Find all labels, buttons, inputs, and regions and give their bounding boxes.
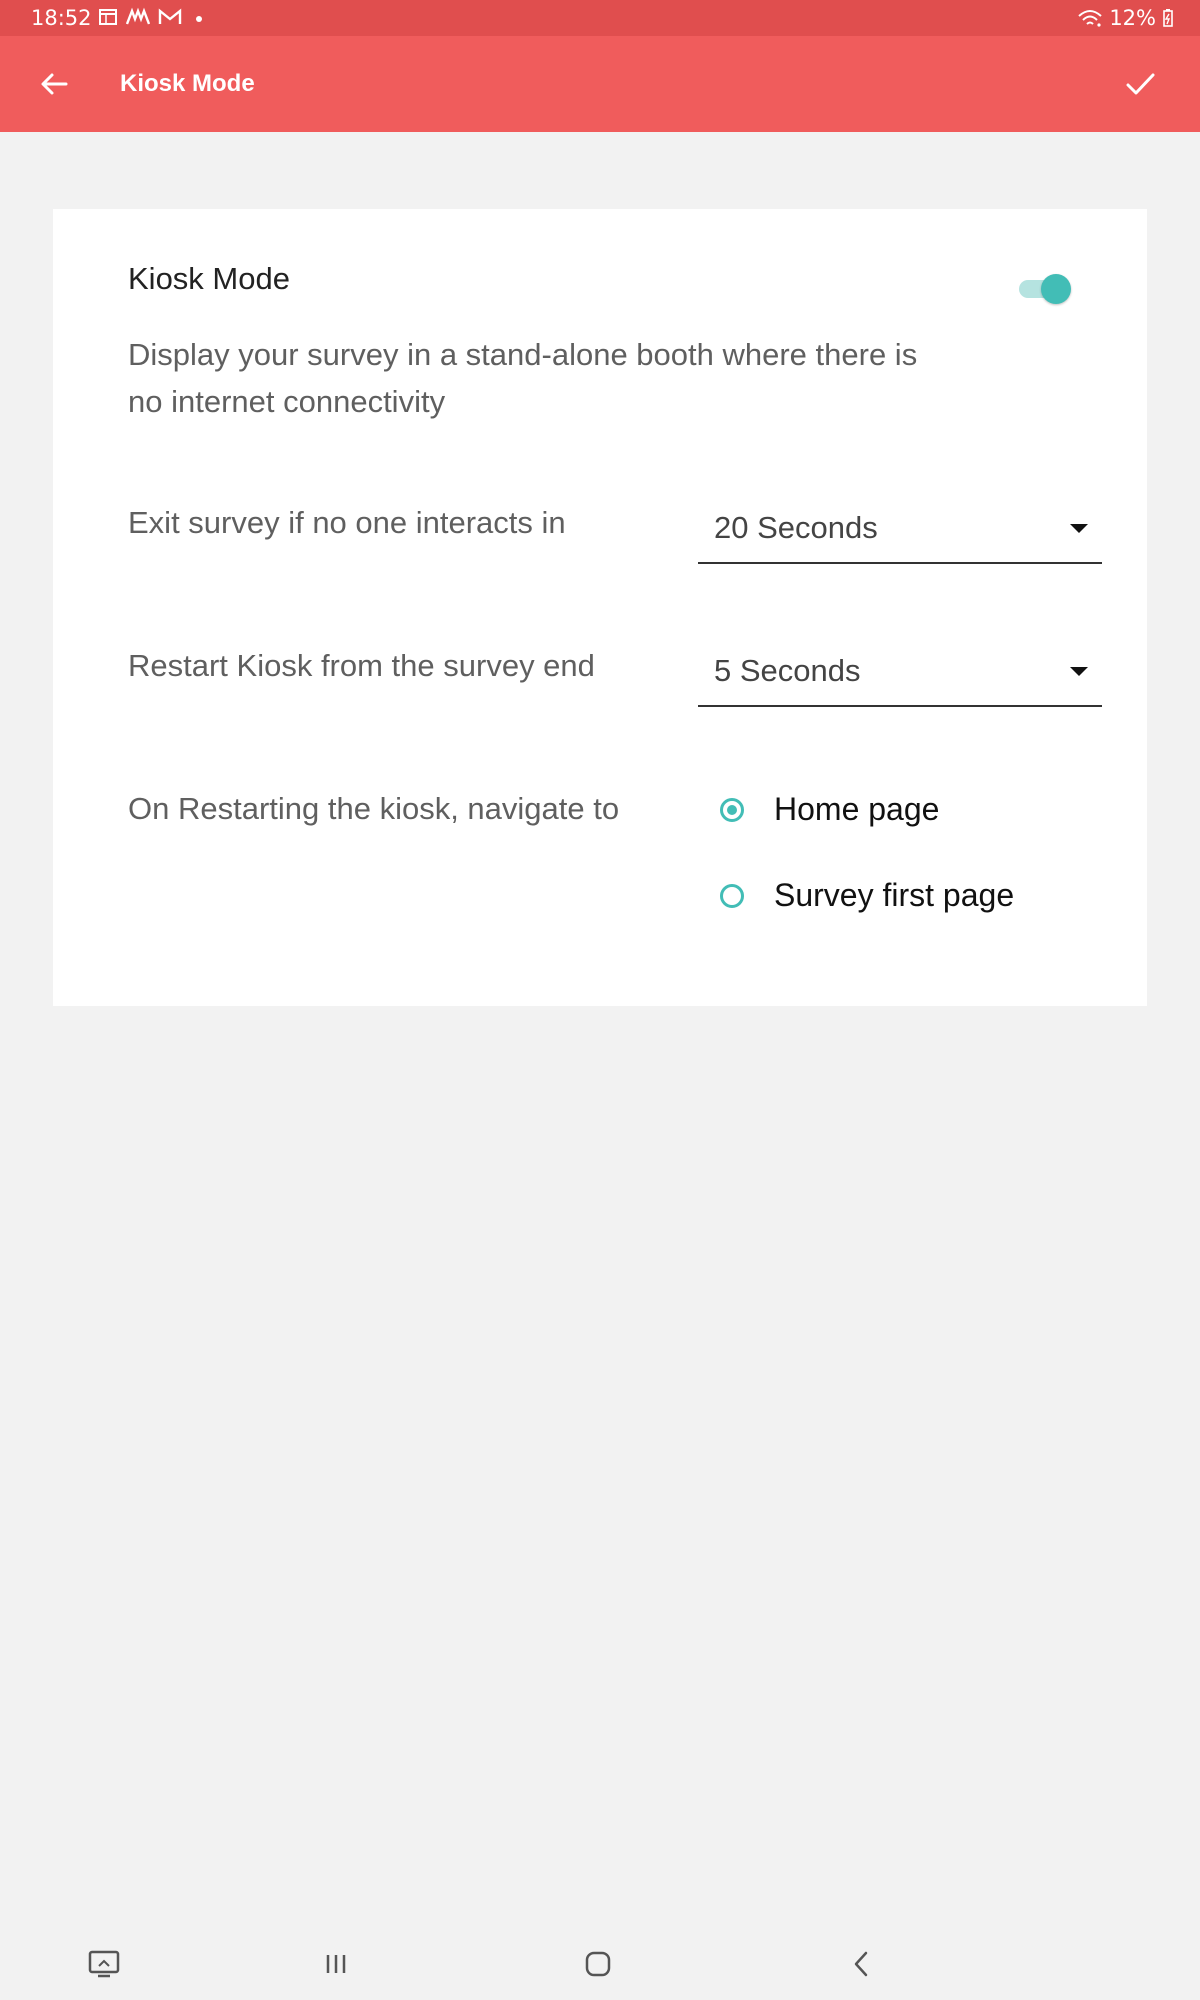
wifi-icon [1078, 10, 1102, 27]
radio-label: Home page [774, 791, 940, 827]
calendar-icon [99, 9, 117, 25]
app-icon [126, 7, 150, 25]
screenshot-icon[interactable] [84, 1944, 124, 1984]
restart-delay-label: Restart Kiosk from the survey end [128, 648, 595, 683]
status-bar: 18:52 12% [0, 0, 1200, 36]
exit-timeout-dropdown[interactable]: 20 Seconds [698, 502, 1102, 564]
kiosk-mode-toggle[interactable] [1015, 271, 1073, 305]
arrow-left-icon[interactable] [36, 66, 72, 102]
kiosk-settings-card: Kiosk Mode Display your survey in a stan… [53, 209, 1147, 1006]
restart-delay-value: 5 Seconds [714, 653, 861, 688]
caret-down-icon [1070, 667, 1088, 676]
radio-checked-icon [720, 797, 744, 822]
notification-dot [196, 16, 202, 22]
toggle-thumb [1041, 274, 1071, 304]
radio-unchecked-icon [720, 883, 744, 908]
status-time: 18:52 [31, 6, 92, 30]
kiosk-mode-description: Display your survey in a stand-alone boo… [128, 337, 918, 419]
exit-timeout-value: 20 Seconds [714, 510, 878, 545]
radio-label: Survey first page [774, 877, 1015, 913]
back-icon[interactable] [842, 1944, 882, 1984]
battery-icon [1163, 9, 1173, 27]
recent-apps-icon[interactable] [316, 1944, 356, 1984]
system-nav-bar [0, 1940, 1200, 2000]
restart-target-label: On Restarting the kiosk, navigate to [128, 791, 620, 826]
page-title: Kiosk Mode [120, 70, 255, 97]
radio-home-page[interactable]: Home page [720, 791, 939, 828]
battery-percent: 12% [1109, 6, 1156, 30]
radio-survey-first-page[interactable]: Survey first page [720, 877, 1014, 914]
gmail-icon [158, 8, 182, 24]
app-bar: Kiosk Mode [0, 36, 1200, 132]
home-icon[interactable] [578, 1944, 618, 1984]
exit-timeout-label: Exit survey if no one interacts in [128, 505, 566, 540]
caret-down-icon [1070, 524, 1088, 533]
restart-delay-dropdown[interactable]: 5 Seconds [698, 645, 1102, 707]
kiosk-mode-title: Kiosk Mode [128, 261, 290, 296]
check-icon[interactable] [1122, 66, 1158, 102]
